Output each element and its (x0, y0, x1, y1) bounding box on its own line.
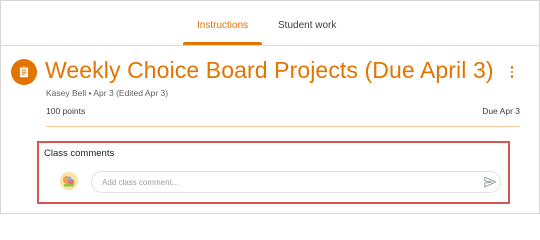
avatar (60, 172, 78, 190)
tab-student-work[interactable]: Student work (278, 20, 336, 31)
tabs-divider (0, 45, 540, 46)
tab-instructions[interactable]: Instructions (197, 20, 248, 31)
assignment-meta: Kasey Bell • Apr 3 (Edited Apr 3) (46, 88, 169, 98)
clipboard-icon (19, 66, 29, 78)
header-divider (46, 126, 520, 127)
class-comments-label: Class comments (44, 148, 115, 159)
assignment-icon (11, 59, 37, 85)
class-comment-input[interactable] (91, 171, 501, 193)
assignment-title: Weekly Choice Board Projects (Due April … (45, 57, 494, 83)
assignment-points: 100 points (46, 106, 86, 116)
due-date: Due Apr 3 (482, 106, 520, 116)
tab-bar: Instructions Student work (0, 0, 540, 46)
more-options-icon[interactable] (506, 64, 518, 80)
user-avatar-icon (60, 172, 78, 190)
send-icon[interactable] (483, 175, 497, 189)
